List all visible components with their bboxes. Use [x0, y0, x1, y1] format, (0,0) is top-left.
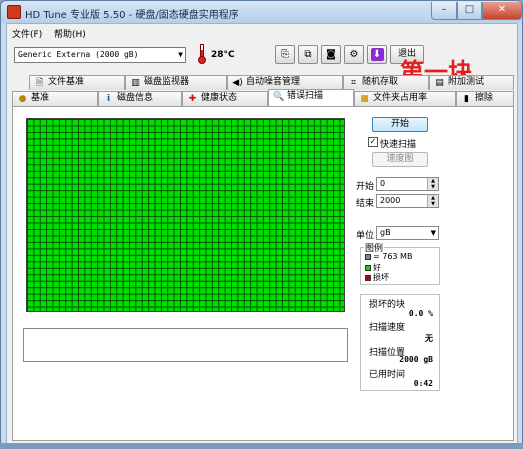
download-icon: ⬇: [370, 48, 384, 61]
benchmark-icon: ●: [18, 94, 27, 104]
maximize-button[interactable]: □: [457, 2, 482, 20]
tab-file-benchmark[interactable]: 🗎 文件基准: [29, 75, 125, 90]
client-area: 文件(F) 帮助(H) Generic Externa (2000 gB) ▼ …: [6, 23, 518, 444]
drive-select-value: Generic Externa (2000 gB): [18, 50, 139, 59]
extra-tests-icon: ▤: [435, 78, 444, 88]
tab-error-scan[interactable]: 🔍 错误扫描: [268, 89, 354, 106]
end-spinbox[interactable]: 2000 ▲ ▼: [376, 194, 439, 208]
tab-aam[interactable]: ◀) 自动噪音管理: [227, 75, 343, 90]
tab-extra-tests[interactable]: ▤ 附加测试: [429, 75, 514, 90]
tab-label: 自动噪音管理: [246, 77, 301, 87]
copy-info-button[interactable]: ⎘: [275, 45, 295, 64]
info-icon: i: [106, 94, 111, 104]
hdtune-app-icon: [7, 5, 21, 19]
menu-file[interactable]: 文件(F): [12, 27, 42, 40]
disk-monitor-icon: ▥: [131, 78, 140, 88]
copy-all-button[interactable]: ⧉: [298, 45, 318, 64]
tab-label: 磁盘信息: [117, 93, 154, 103]
start-spinbox[interactable]: 0 ▲ ▼: [376, 177, 439, 191]
end-value: 2000: [380, 196, 401, 205]
tab-label: 文件夹占用率: [373, 93, 428, 103]
gears-icon: ⚙: [349, 49, 359, 60]
scan-controls: 开始 ✓ 快速扫描 速度图 开始 0 ▲ ▼ 结束 2000 ▲ ▼ 单位 gB…: [356, 107, 514, 407]
scan-speed-value: 无: [425, 334, 433, 343]
window-title: HD Tune 专业版 5.50 - 硬盘/固态硬盘实用程序: [25, 10, 239, 21]
block-map: [26, 118, 345, 312]
chevron-down-icon: ▼: [178, 50, 183, 59]
tab-label: 磁盘监视器: [144, 77, 190, 87]
magnifier-icon: 🔍: [273, 92, 285, 102]
title-bar[interactable]: HD Tune 专业版 5.50 - 硬盘/固态硬盘实用程序 – □ ✕: [1, 1, 522, 23]
tab-benchmark[interactable]: ● 基准: [12, 91, 98, 106]
tab-label: 擦除: [475, 93, 494, 103]
start-label: 开始: [356, 182, 375, 192]
scan-speed-label: 扫描速度: [369, 323, 406, 333]
minimize-button[interactable]: –: [431, 2, 457, 20]
drive-select[interactable]: Generic Externa (2000 gB) ▼: [14, 47, 186, 63]
menu-help[interactable]: 帮助(H): [54, 27, 86, 40]
start-button[interactable]: 开始: [372, 117, 428, 132]
toolbar: Generic Externa (2000 gB) ▼ 28°C ⎘ ⧉ ◙ ⚙…: [7, 41, 517, 86]
tab-label: 附加测试: [448, 77, 485, 87]
copy-all-icon: ⧉: [304, 49, 312, 60]
tab-label: 健康状态: [201, 93, 238, 103]
unit-label: 单位: [356, 231, 375, 241]
scan-position-value: 2000 gB: [399, 355, 433, 364]
good-swatch: [365, 264, 371, 271]
damaged-blocks-value: 0.0 %: [408, 309, 433, 318]
screenshot-button[interactable]: ◙: [321, 45, 341, 64]
spin-down-icon[interactable]: ▼: [427, 201, 438, 207]
scan-stats: 损坏的块 0.0 % 扫描速度 无 扫描位置 2000 gB 已用时间 0:42: [360, 294, 440, 391]
bad-swatch: [365, 274, 371, 281]
elapsed-label: 已用时间: [369, 370, 406, 380]
tab-random-access[interactable]: ⌗ 随机存取: [343, 75, 429, 90]
temperature-readout: 28°C: [211, 50, 235, 60]
options-button[interactable]: ⚙: [344, 45, 364, 64]
camera-icon: ◙: [326, 49, 336, 60]
tab-folder-usage[interactable]: ■ 文件夹占用率: [354, 91, 456, 106]
tab-label: 文件基准: [48, 77, 85, 87]
health-cross-icon: ✚: [188, 94, 197, 104]
tab-health[interactable]: ✚ 健康状态: [182, 91, 268, 106]
file-benchmark-icon: 🗎: [35, 78, 44, 88]
start-value: 0: [380, 179, 386, 188]
scan-log: [23, 328, 348, 362]
tab-label: 错误扫描: [287, 91, 324, 101]
block-swatch: [365, 253, 371, 260]
legend-block-size: = 763 MB: [365, 252, 412, 261]
menu-bar: 文件(F) 帮助(H): [7, 24, 517, 40]
tab-label: 基准: [31, 93, 50, 103]
elapsed-value: 0:42: [413, 379, 433, 388]
tab-label: 随机存取: [362, 77, 399, 87]
taskbar-strip: [0, 443, 523, 449]
close-button[interactable]: ✕: [482, 2, 522, 20]
app-window: HD Tune 专业版 5.50 - 硬盘/固态硬盘实用程序 – □ ✕ 文件(…: [0, 0, 523, 449]
save-button[interactable]: ⬇: [367, 45, 387, 64]
random-access-icon: ⌗: [350, 78, 357, 88]
speed-map-button[interactable]: 速度图: [372, 152, 428, 167]
folder-icon: ■: [360, 94, 369, 104]
tab-disk-info[interactable]: i 磁盘信息: [98, 91, 182, 106]
tab-row-2: ● 基准 i 磁盘信息 ✚ 健康状态 🔍 错误扫描 ■ 文件夹占用率 ▮ 擦除: [12, 89, 514, 106]
tab-row-1: 🗎 文件基准 ▥ 磁盘监视器 ◀) 自动噪音管理 ⌗ 随机存取 ▤ 附加测试: [12, 75, 514, 90]
damaged-blocks-label: 损坏的块: [369, 300, 406, 310]
unit-select[interactable]: gB ▼: [376, 226, 439, 240]
tab-disk-monitor[interactable]: ▥ 磁盘监视器: [125, 75, 227, 90]
speaker-icon: ◀): [232, 78, 243, 88]
quick-scan-label: 快速扫描: [380, 140, 417, 150]
thermometer-icon: [197, 43, 207, 65]
unit-value: gB: [380, 228, 391, 237]
spin-down-icon[interactable]: ▼: [427, 184, 438, 190]
error-scan-panel: 开始 ✓ 快速扫描 速度图 开始 0 ▲ ▼ 结束 2000 ▲ ▼ 单位 gB…: [12, 106, 514, 441]
tab-erase[interactable]: ▮ 擦除: [456, 91, 514, 106]
chevron-down-icon: ▼: [430, 229, 436, 237]
legend-bad: 损坏: [365, 272, 389, 282]
end-label: 结束: [356, 199, 375, 209]
quick-scan-checkbox[interactable]: ✓: [368, 137, 378, 147]
copy-icon: ⎘: [281, 49, 289, 60]
erase-icon: ▮: [464, 94, 469, 104]
legend-good: 好: [365, 262, 381, 272]
legend: 图例 = 763 MB 好 损坏: [360, 241, 440, 285]
